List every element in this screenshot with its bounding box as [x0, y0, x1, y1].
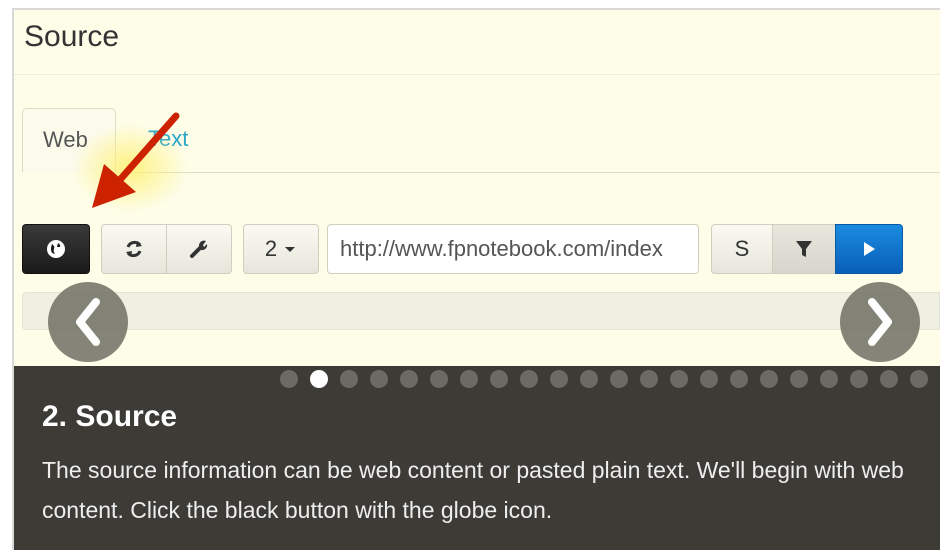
slide-dot[interactable]: [880, 370, 898, 388]
caption-title: 2. Source: [42, 400, 178, 433]
filter-icon: [796, 241, 812, 257]
settings-button[interactable]: [166, 224, 232, 274]
chevron-left-icon: [76, 298, 100, 346]
slide-dot[interactable]: [730, 370, 748, 388]
slide-dot[interactable]: [640, 370, 658, 388]
globe-button[interactable]: [22, 224, 90, 274]
slide-dot[interactable]: [820, 370, 838, 388]
title-divider: [14, 74, 940, 75]
slide-dot[interactable]: [850, 370, 868, 388]
tab-web[interactable]: Web: [22, 108, 116, 172]
slide-dot[interactable]: [430, 370, 448, 388]
wrench-icon: [190, 240, 208, 258]
slide-dot[interactable]: [520, 370, 538, 388]
slide-dot[interactable]: [550, 370, 568, 388]
slide-dot[interactable]: [310, 370, 328, 388]
count-dropdown[interactable]: 2: [243, 224, 319, 274]
tabs-divider: [116, 172, 940, 173]
play-icon: [864, 242, 875, 256]
previous-slide-button[interactable]: [48, 282, 128, 362]
filter-button[interactable]: [772, 224, 836, 274]
chevron-right-icon: [868, 298, 892, 346]
slide-dot[interactable]: [610, 370, 628, 388]
slide-dot[interactable]: [760, 370, 778, 388]
run-button[interactable]: [835, 224, 903, 274]
slide-dot[interactable]: [370, 370, 388, 388]
caption-text: The source information can be web conten…: [42, 457, 904, 523]
slide-dot[interactable]: [490, 370, 508, 388]
source-panel: Source Web Text 2 http://www.fpnotebook.…: [12, 8, 940, 550]
progress-bar: [22, 292, 940, 330]
panel-title: Source: [24, 20, 120, 53]
slide-dot[interactable]: [910, 370, 928, 388]
slide-dot[interactable]: [670, 370, 688, 388]
slide-dot[interactable]: [400, 370, 418, 388]
tour-caption: 2. Source The source information can be …: [14, 366, 940, 550]
refresh-button[interactable]: [101, 224, 167, 274]
slide-dot[interactable]: [790, 370, 808, 388]
slide-dot[interactable]: [460, 370, 478, 388]
source-toolbar: 2 http://www.fpnotebook.com/index S: [14, 224, 940, 276]
caret-down-icon: [285, 247, 296, 252]
slide-dot[interactable]: [280, 370, 298, 388]
next-slide-button[interactable]: [840, 282, 920, 362]
tab-text[interactable]: Text: [128, 108, 208, 172]
count-value: 2: [264, 236, 278, 261]
slide-dot[interactable]: [340, 370, 358, 388]
slide-dot[interactable]: [700, 370, 718, 388]
source-tabs: Web Text: [22, 108, 940, 172]
s-button[interactable]: S: [711, 224, 773, 274]
refresh-icon: [126, 240, 142, 258]
url-input[interactable]: http://www.fpnotebook.com/index: [327, 224, 699, 274]
slide-dot[interactable]: [580, 370, 598, 388]
globe-icon: [47, 240, 65, 258]
